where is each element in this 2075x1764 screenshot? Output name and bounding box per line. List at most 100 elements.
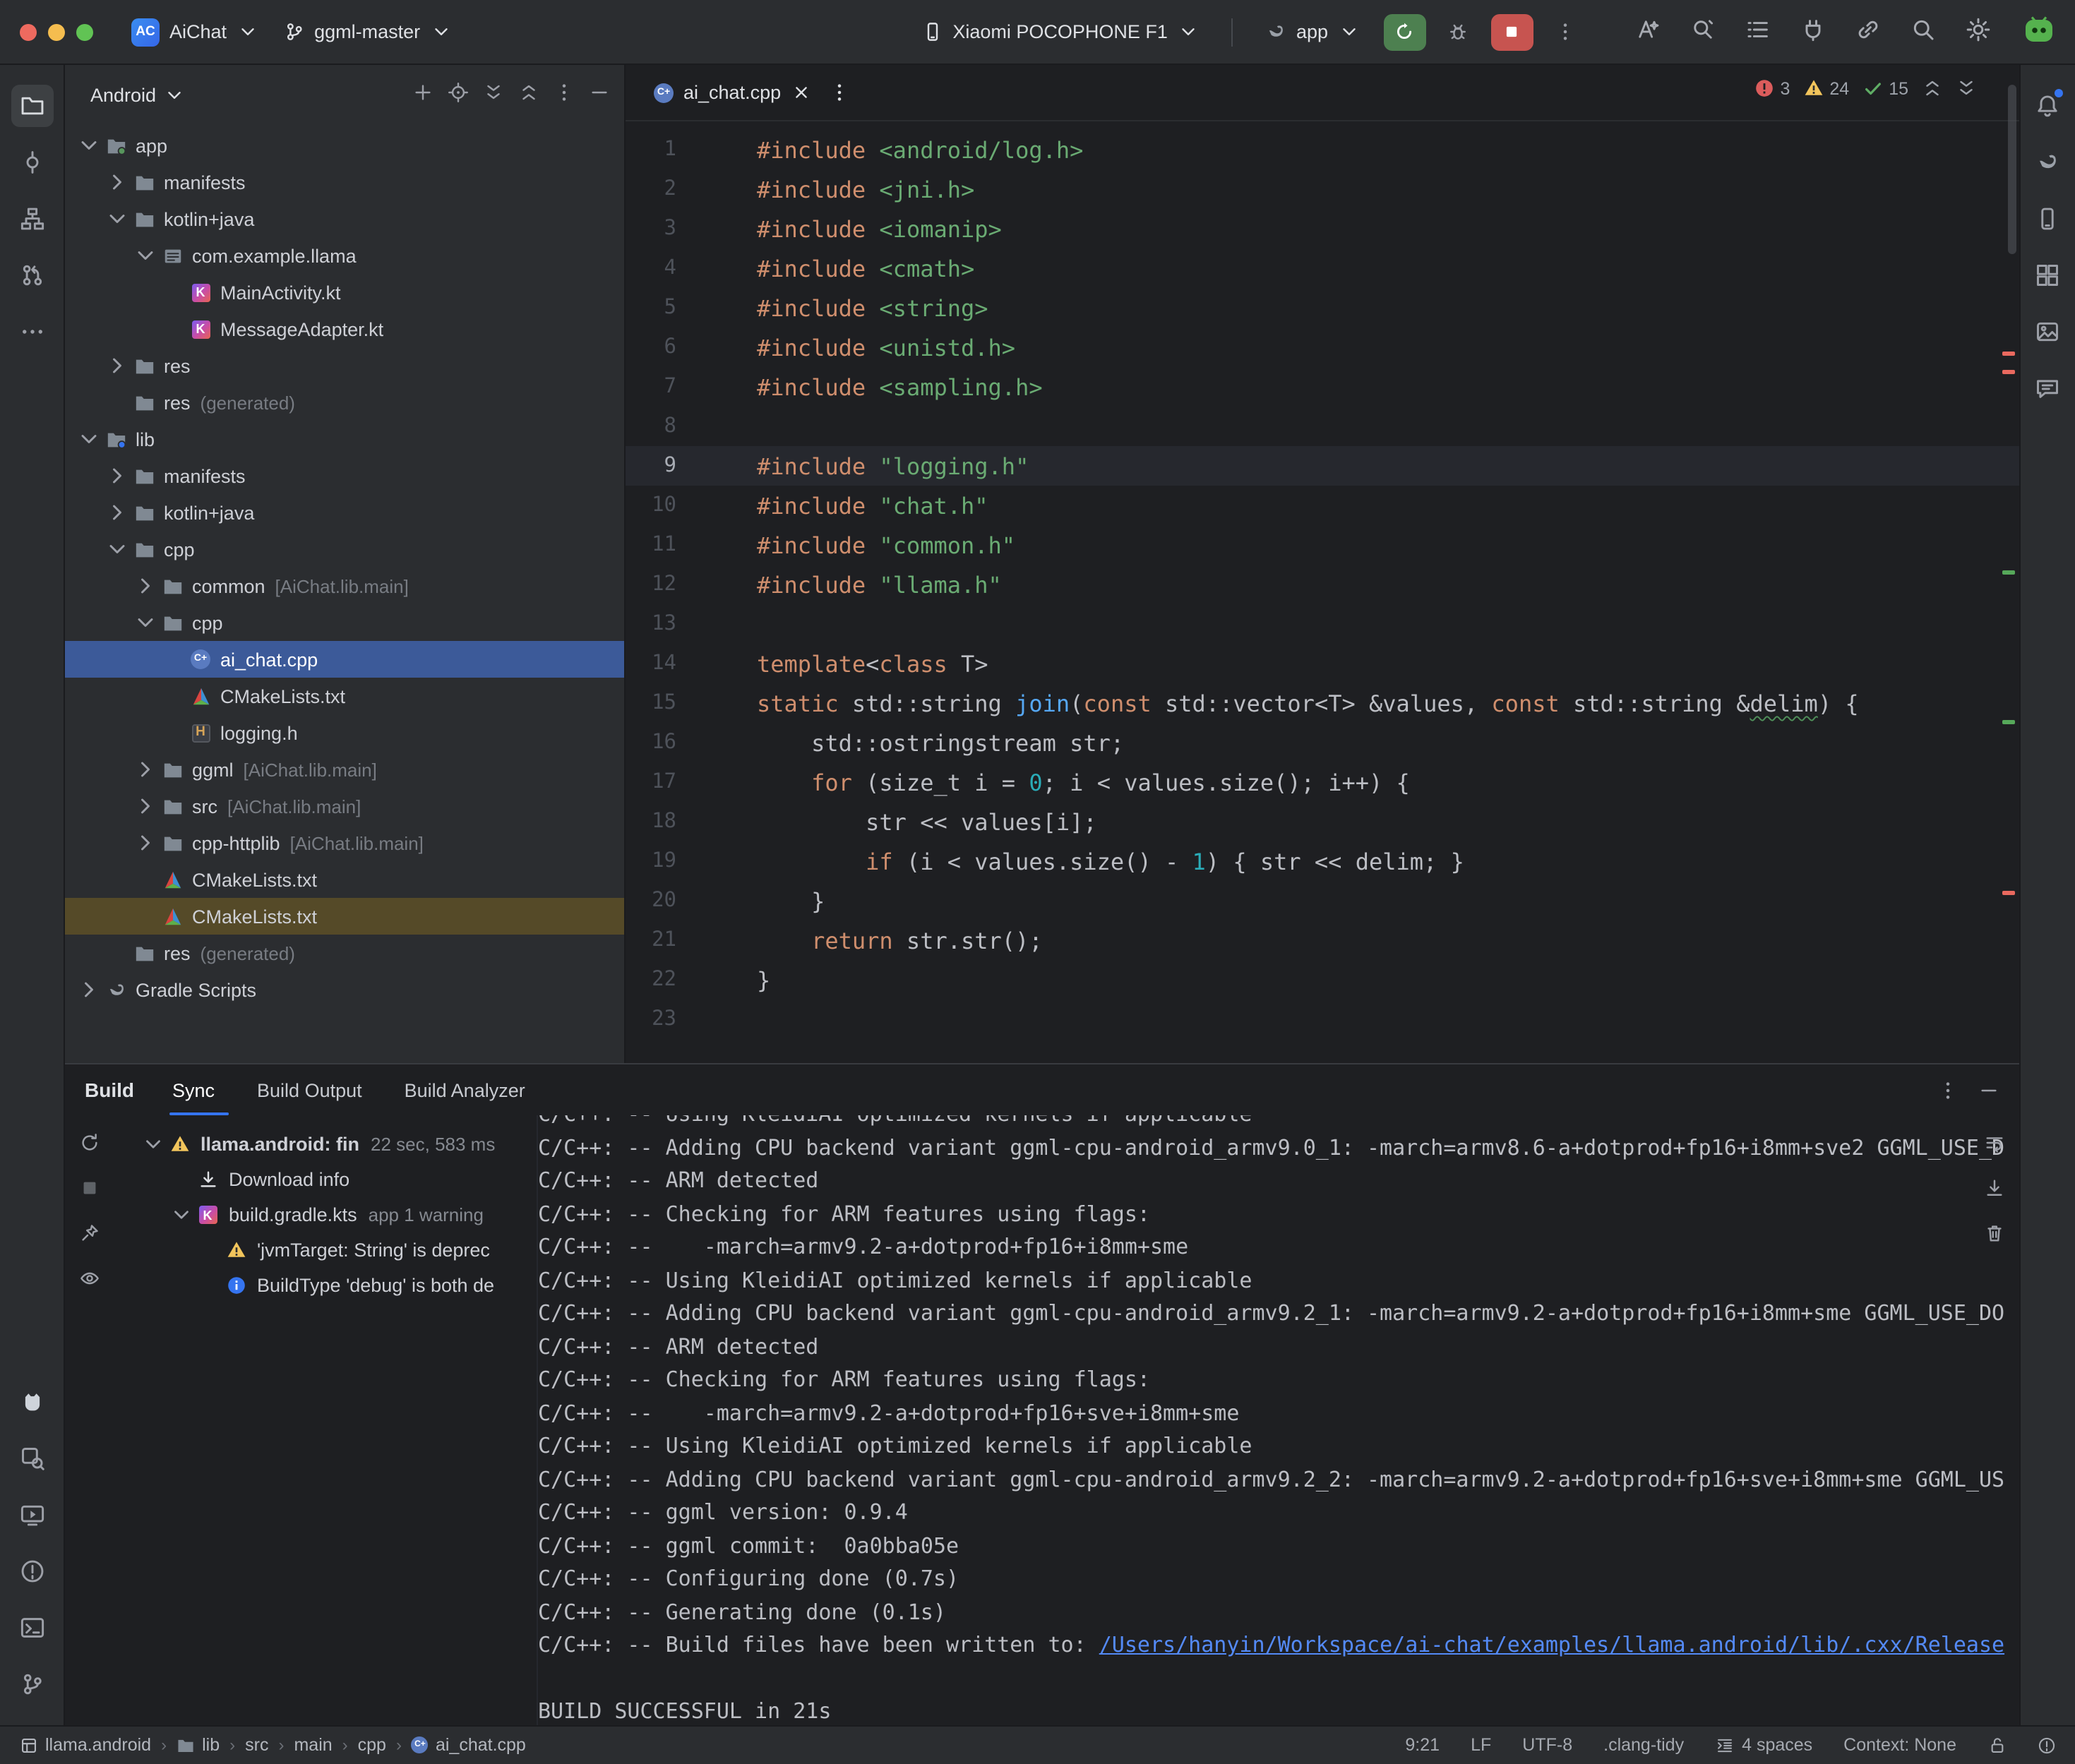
breadcrumb-ai-chat-cpp[interactable]: C+ai_chat.cpp (412, 1735, 526, 1755)
device-selector[interactable]: Xiaomi POCOPHONE F1 (909, 16, 1212, 48)
line-number[interactable]: 12 (626, 573, 676, 596)
line-number[interactable]: 17 (626, 771, 676, 793)
console-scroll-end-button[interactable] (1983, 1177, 2004, 1204)
tool-notifications-button[interactable] (2026, 85, 2069, 127)
line-number[interactable]: 21 (626, 929, 676, 952)
chevron-right-icon[interactable] (104, 463, 130, 488)
tool-logcat-button[interactable] (11, 1380, 53, 1422)
project-toolbar-locate-button[interactable] (448, 82, 469, 107)
chevron-down-icon[interactable] (104, 206, 130, 232)
more-actions-button[interactable] (1544, 11, 1586, 53)
project-tree-item[interactable]: com.example.llama (65, 237, 624, 274)
breadcrumb-cpp[interactable]: cpp (358, 1735, 386, 1755)
status-context[interactable]: Context: None (1843, 1735, 1956, 1755)
editor-tab-ai_chat[interactable]: C+ ai_chat.cpp (637, 65, 829, 120)
vcs-branch-widget[interactable]: ggml-master (270, 16, 464, 48)
stop-button[interactable] (1490, 13, 1533, 50)
build-refresh-button[interactable] (78, 1132, 100, 1158)
project-tree-item[interactable]: res(generated) (65, 935, 624, 971)
passed-count[interactable]: 15 (1862, 78, 1908, 99)
project-tree-item[interactable]: manifests (65, 164, 624, 200)
tool-version-control-button[interactable] (11, 1662, 53, 1705)
tool-pull-requests-button[interactable] (11, 254, 53, 296)
project-tree-item[interactable]: Gradle Scripts (65, 971, 624, 1008)
build-tree-item[interactable]: Kbuild.gradle.ktsapp 1 warning (113, 1197, 537, 1232)
tool-app-inspection-button[interactable] (11, 1436, 53, 1479)
chevron-right-icon[interactable] (104, 169, 130, 195)
build-tree-item[interactable]: BuildType 'debug' is both de (113, 1268, 537, 1303)
project-tree-item[interactable]: src[AiChat.lib.main] (65, 788, 624, 824)
run-button[interactable] (1383, 13, 1425, 50)
line-number[interactable]: 19 (626, 850, 676, 872)
project-toolbar-collapse-all-button[interactable] (518, 82, 539, 107)
line-number[interactable]: 23 (626, 1008, 676, 1031)
inspections-widget[interactable]: 3 24 15 (1753, 78, 1976, 99)
project-tree-item[interactable]: CMakeLists.txt (65, 898, 624, 935)
build-tab-build-output[interactable]: Build Output (241, 1064, 389, 1115)
project-tree-item[interactable]: common[AiChat.lib.main] (65, 568, 624, 604)
tool-resource-manager-button[interactable] (2026, 311, 2069, 353)
line-number[interactable]: 7 (626, 376, 676, 398)
toolbar-inline-ai-button[interactable] (1634, 17, 1660, 47)
status-notice-button[interactable] (2037, 1736, 2055, 1754)
build-tree-item[interactable]: llama.android: fin22 sec, 583 ms (113, 1127, 537, 1162)
tool-terminal-button[interactable] (11, 1606, 53, 1648)
project-tree-item[interactable]: app (65, 127, 624, 164)
chevron-right-icon[interactable] (104, 353, 130, 378)
tool-project-button[interactable] (11, 85, 53, 127)
breadcrumb-src[interactable]: src (245, 1735, 268, 1755)
project-tree[interactable]: appmanifestskotlin+javacom.example.llama… (65, 124, 624, 1063)
chevron-right-icon[interactable] (133, 573, 158, 599)
tool-more-h-button[interactable] (11, 311, 53, 353)
project-tree-item[interactable]: kotlin+java (65, 200, 624, 237)
breadcrumb-lib[interactable]: lib (177, 1735, 220, 1755)
build-pin-button[interactable] (78, 1223, 100, 1248)
tool-gradle-button[interactable] (2026, 141, 2069, 184)
chevron-down-icon[interactable] (104, 536, 130, 562)
project-tree-item[interactable]: kotlin+java (65, 494, 624, 531)
chevron-down-icon[interactable] (133, 243, 158, 268)
line-number[interactable]: 3 (626, 217, 676, 240)
toolbar-task-list-button[interactable] (1745, 17, 1770, 47)
chevron-down-icon[interactable] (141, 1132, 165, 1156)
build-result-tree[interactable]: llama.android: fin22 sec, 583 msDownload… (113, 1115, 537, 1724)
console-soft-wrap-button[interactable] (1983, 1132, 2004, 1159)
project-toolbar-hide-button[interactable] (589, 82, 610, 107)
tool-layout-inspector-button[interactable] (2026, 254, 2069, 296)
project-tree-item[interactable]: KMainActivity.kt (65, 274, 624, 311)
warning-count[interactable]: 24 (1802, 78, 1849, 99)
project-toolbar-more-v-button[interactable] (554, 82, 575, 107)
debug-button[interactable] (1437, 11, 1479, 53)
line-number[interactable]: 2 (626, 178, 676, 200)
status-caret-position[interactable]: 9:21 (1405, 1735, 1440, 1755)
line-number[interactable]: 20 (626, 889, 676, 912)
status-lock-open-button[interactable] (1987, 1736, 2006, 1754)
project-tree-item[interactable]: CMakeLists.txt (65, 678, 624, 714)
project-tree-item[interactable]: C+ai_chat.cpp (65, 641, 624, 678)
chevron-right-icon[interactable] (133, 793, 158, 819)
line-number[interactable]: 14 (626, 652, 676, 675)
close-window-button[interactable] (20, 23, 37, 40)
line-number[interactable]: 8 (626, 415, 676, 438)
line-number[interactable]: 15 (626, 692, 676, 714)
error-count[interactable]: 3 (1753, 78, 1790, 99)
project-tree-item[interactable]: res(generated) (65, 384, 624, 421)
project-tree-item[interactable]: cpp (65, 531, 624, 568)
chevron-right-icon[interactable] (76, 977, 102, 1002)
project-tree-item[interactable]: cpp (65, 604, 624, 641)
build-tab-build-analyzer[interactable]: Build Analyzer (389, 1064, 552, 1115)
run-configuration-selector[interactable]: app (1252, 16, 1372, 48)
build-eye-button[interactable] (78, 1268, 100, 1293)
project-widget[interactable]: AC AiChat (119, 12, 270, 52)
editor-scrollbar[interactable] (2007, 85, 2016, 254)
project-tree-item[interactable]: lib (65, 421, 624, 457)
tool-device-manager-button[interactable] (2026, 198, 2069, 240)
project-toolbar-expand-all-button[interactable] (483, 82, 504, 107)
project-toolbar-add-button[interactable] (412, 82, 433, 107)
line-number[interactable]: 9 (626, 455, 676, 477)
toolbar-plugin-button[interactable] (1800, 17, 1825, 47)
tool-ai-chat-button[interactable] (2026, 367, 2069, 409)
line-number[interactable]: 22 (626, 968, 676, 991)
toolbar-link-button[interactable] (1855, 17, 1880, 47)
project-tree-item[interactable]: ggml[AiChat.lib.main] (65, 751, 624, 788)
